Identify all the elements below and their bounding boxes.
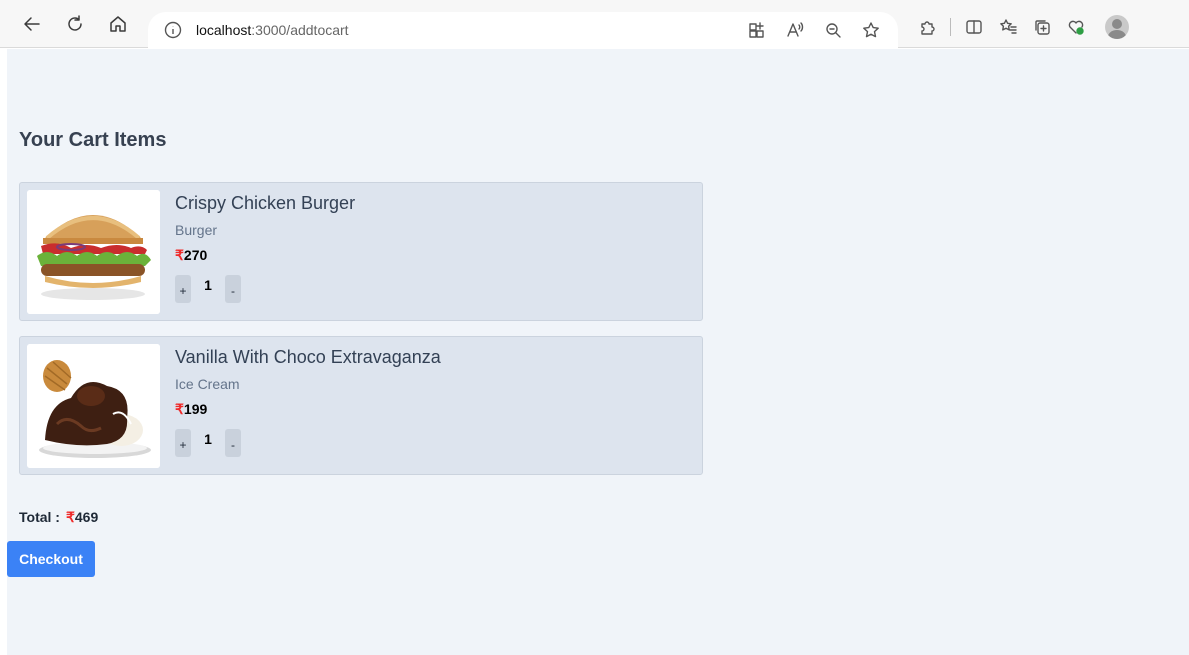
favorite-star-icon[interactable]	[852, 15, 890, 45]
rupee-symbol: ₹	[175, 401, 184, 417]
quantity-stepper: + 1 -	[175, 275, 355, 303]
split-screen-icon[interactable]	[957, 12, 991, 42]
checkout-button[interactable]: Checkout	[7, 541, 95, 577]
zoom-out-icon[interactable]	[814, 15, 852, 45]
decrease-quantity-button[interactable]: -	[225, 275, 241, 303]
url-host: localhost	[196, 22, 252, 38]
increase-quantity-button[interactable]: +	[175, 429, 191, 457]
cart-total: Total : ₹469	[19, 509, 98, 526]
total-label: Total :	[19, 509, 60, 525]
url-path: :3000/addtocart	[251, 22, 349, 38]
item-category: Burger	[175, 222, 218, 238]
decrease-quantity-button[interactable]: -	[225, 429, 241, 457]
profile-avatar[interactable]	[1105, 15, 1129, 39]
rupee-symbol: ₹	[65, 509, 75, 525]
total-amount: 469	[74, 509, 99, 525]
item-price: ₹270	[175, 247, 355, 264]
info-icon[interactable]	[164, 21, 182, 39]
item-price-value: 270	[183, 247, 208, 263]
item-price-value: 199	[183, 401, 208, 417]
item-category: Ice Cream	[175, 376, 240, 392]
page-title: Your Cart Items	[19, 129, 167, 151]
cart-list: Crispy Chicken Burger Burger ₹270 + 1 -	[19, 182, 703, 490]
home-icon[interactable]	[103, 9, 133, 39]
rupee-symbol: ₹	[175, 247, 184, 263]
quantity-value: 1	[204, 277, 212, 293]
collections-icon[interactable]	[1025, 12, 1059, 42]
cart-item: Crispy Chicken Burger Burger ₹270 + 1 -	[19, 182, 703, 321]
quantity-value: 1	[204, 431, 212, 447]
quantity-stepper: + 1 -	[175, 429, 441, 457]
item-price: ₹199	[175, 401, 441, 418]
ice-cream-image	[27, 344, 160, 468]
increase-quantity-button[interactable]: +	[175, 275, 191, 303]
item-name: Vanilla With Choco Extravaganza	[175, 347, 441, 367]
favorites-icon[interactable]	[991, 12, 1025, 42]
refresh-icon[interactable]	[60, 9, 90, 39]
read-aloud-icon[interactable]	[776, 15, 814, 45]
item-info: Crispy Chicken Burger Burger ₹270 + 1 -	[175, 193, 355, 303]
extensions-icon[interactable]	[910, 12, 944, 42]
toolbar-divider	[950, 18, 951, 36]
app-available-icon[interactable]	[738, 15, 776, 45]
page-content: Your Cart Items Crispy Chicken Burger Bu…	[7, 49, 1189, 655]
item-info: Vanilla With Choco Extravaganza Ice Crea…	[175, 347, 441, 457]
browser-toolbar: localhost:3000/addtocart	[0, 0, 1189, 48]
cart-item: Vanilla With Choco Extravaganza Ice Crea…	[19, 336, 703, 475]
url-text[interactable]: localhost:3000/addtocart	[196, 22, 349, 38]
back-icon[interactable]	[17, 9, 47, 39]
address-bar[interactable]: localhost:3000/addtocart	[148, 12, 898, 48]
browser-essentials-icon[interactable]	[1059, 12, 1093, 42]
item-name: Crispy Chicken Burger	[175, 193, 356, 213]
burger-image	[27, 190, 160, 314]
